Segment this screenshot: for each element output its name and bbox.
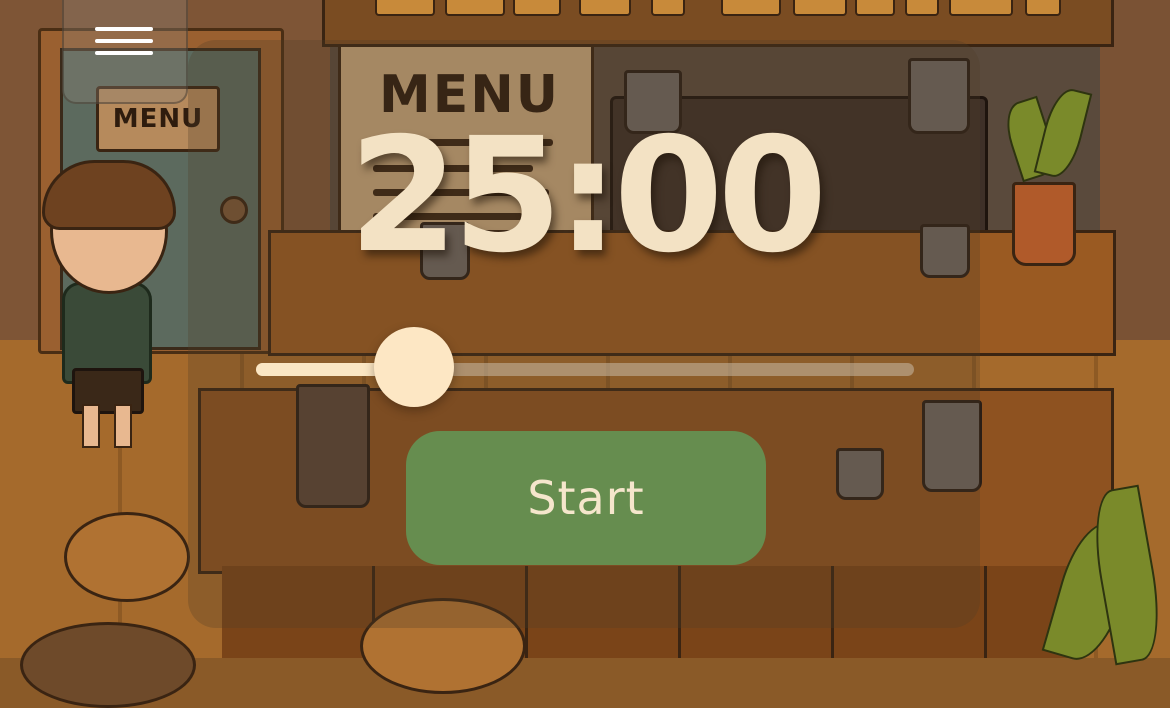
- shelf-box: [855, 0, 895, 16]
- shelf-bowl: [721, 0, 781, 16]
- duration-slider-thumb[interactable]: [374, 327, 454, 407]
- shelf-jar: [579, 0, 631, 16]
- plant-pot: [1012, 182, 1076, 266]
- shelf-jar: [375, 0, 435, 16]
- shelf-box: [905, 0, 939, 16]
- start-button[interactable]: Start: [406, 431, 766, 565]
- shelf-plate: [949, 0, 1013, 16]
- child-hair: [42, 160, 176, 230]
- duration-slider-track[interactable]: [256, 363, 914, 376]
- menu-button[interactable]: [62, 0, 188, 104]
- timer-display: 25:00: [348, 104, 828, 288]
- stool: [20, 622, 196, 708]
- child-leg: [82, 404, 100, 448]
- shelf-bottle: [651, 0, 685, 16]
- shelf-jar: [1025, 0, 1061, 16]
- shelf-jar: [793, 0, 847, 16]
- child-leg: [114, 404, 132, 448]
- stool: [64, 512, 190, 602]
- shelf-jar: [445, 0, 505, 16]
- shelf-box: [513, 0, 561, 16]
